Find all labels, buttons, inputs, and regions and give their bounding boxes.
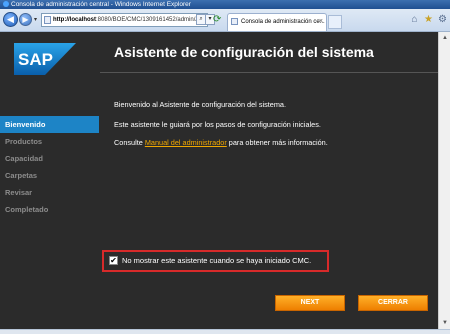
new-tab-button[interactable] bbox=[328, 15, 342, 29]
page-title: Asistente de configuración del sistema bbox=[114, 44, 374, 60]
back-button[interactable]: ◀ bbox=[3, 12, 18, 27]
gear-icon[interactable]: ⚙ bbox=[437, 14, 448, 25]
page-icon bbox=[44, 16, 51, 24]
guide-text: Este asistente le guiará por los pasos d… bbox=[114, 120, 321, 129]
dont-show-again-checkbox[interactable]: ✔ bbox=[109, 256, 118, 265]
home-icon[interactable]: ⌂ bbox=[409, 14, 420, 25]
scroll-down-icon[interactable]: ▼ bbox=[440, 318, 450, 328]
tab-page-icon bbox=[231, 18, 238, 25]
admin-manual-link[interactable]: Manual del administrador bbox=[145, 138, 227, 147]
manual-text: Consulte Manual del administrador para o… bbox=[114, 138, 328, 147]
address-host: http://localhost bbox=[53, 17, 96, 23]
refresh-icon[interactable]: ⟳ bbox=[213, 14, 221, 25]
welcome-text: Bienvenido al Asistente de configuración… bbox=[114, 100, 286, 109]
step-carpetas[interactable]: Carpetas bbox=[0, 167, 99, 184]
status-bar bbox=[0, 329, 450, 334]
internet-explorer-icon bbox=[3, 1, 9, 7]
window-title: Consola de administración central - Wind… bbox=[11, 1, 191, 8]
address-path: :8080/BOE/CMC/1309161452/admin/App bbox=[96, 17, 207, 23]
step-revisar[interactable]: Revisar bbox=[0, 184, 99, 201]
next-button[interactable]: NEXT bbox=[275, 295, 345, 311]
wizard-sidebar: SAP Bienvenido Productos Capacidad Carpe… bbox=[0, 32, 99, 329]
step-bienvenido[interactable]: Bienvenido bbox=[0, 116, 99, 133]
dont-show-again-highlight: ✔ No mostrar este asistente cuando se ha… bbox=[102, 250, 329, 272]
favorites-icon[interactable]: ★ bbox=[423, 14, 434, 25]
wizard-main: Asistente de configuración del sistema B… bbox=[100, 32, 438, 329]
wizard-page: SAP Bienvenido Productos Capacidad Carpe… bbox=[0, 32, 450, 329]
close-button[interactable]: CERRAR bbox=[358, 295, 428, 311]
step-productos[interactable]: Productos bbox=[0, 133, 99, 150]
history-dropdown-icon[interactable]: ▾ bbox=[34, 16, 37, 23]
heading-divider bbox=[100, 72, 438, 73]
tab-title: Consola de administración ce... bbox=[241, 19, 325, 25]
manual-prefix: Consulte bbox=[114, 138, 145, 147]
sap-logo-text: SAP bbox=[18, 50, 53, 69]
wizard-steps: Bienvenido Productos Capacidad Carpetas … bbox=[0, 116, 99, 218]
tab-cmc[interactable]: Consola de administración ce... × bbox=[227, 13, 327, 31]
sap-logo: SAP bbox=[14, 43, 76, 75]
address-bar[interactable]: http://localhost:8080/BOE/CMC/1309161452… bbox=[41, 13, 208, 27]
vertical-scrollbar[interactable]: ▲ ▼ bbox=[438, 32, 450, 329]
step-completado[interactable]: Completado bbox=[0, 201, 99, 218]
window-title-bar: Consola de administración central - Wind… bbox=[0, 0, 450, 9]
tab-close-icon[interactable]: × bbox=[319, 14, 323, 30]
browser-toolbar: ◀ ▶ ▾ http://localhost:8080/BOE/CMC/1309… bbox=[0, 9, 450, 32]
dont-show-again-label[interactable]: No mostrar este asistente cuando se haya… bbox=[122, 256, 311, 265]
manual-suffix: para obtener más información. bbox=[226, 138, 328, 147]
forward-button[interactable]: ▶ bbox=[19, 13, 32, 26]
step-capacidad[interactable]: Capacidad bbox=[0, 150, 99, 167]
scroll-up-icon[interactable]: ▲ bbox=[440, 33, 450, 43]
